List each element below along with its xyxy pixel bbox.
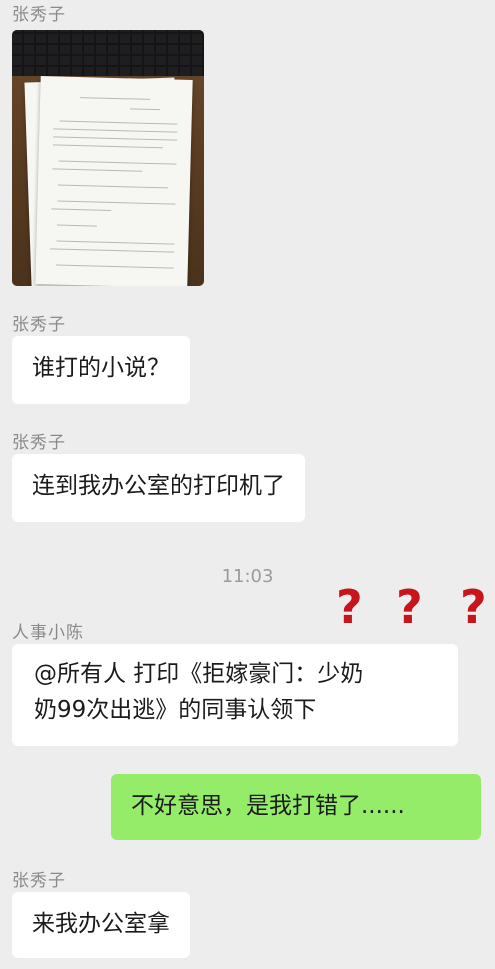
sender-name: 张秀子 — [12, 5, 66, 25]
paper-sheet-top — [35, 76, 193, 286]
question-mark-3: ? — [460, 580, 487, 634]
message-image[interactable] — [12, 30, 204, 286]
message-bubble[interactable]: 连到我办公室的打印机了 — [12, 454, 305, 522]
outgoing-message-bubble[interactable]: 不好意思，是我打错了...... — [111, 774, 481, 840]
question-mark-2: ? — [396, 580, 423, 634]
message-bubble[interactable]: @所有人 打印《拒嫁豪门：少奶 奶99次出逃》的同事认领下 — [12, 644, 458, 746]
message-line: @所有人 打印《拒嫁豪门：少奶 — [34, 661, 364, 687]
message-bubble[interactable]: 谁打的小说？ — [12, 336, 190, 404]
sender-name: 张秀子 — [12, 433, 66, 453]
keyboard-in-photo — [12, 30, 204, 76]
sender-name: 张秀子 — [12, 871, 66, 891]
message-bubble[interactable]: 来我办公室拿 — [12, 892, 190, 958]
sender-name: 人事小陈 — [12, 623, 84, 643]
question-mark-1: ? — [336, 580, 363, 634]
sender-name: 张秀子 — [12, 315, 66, 335]
message-line: 奶99次出逃》的同事认领下 — [34, 697, 317, 723]
